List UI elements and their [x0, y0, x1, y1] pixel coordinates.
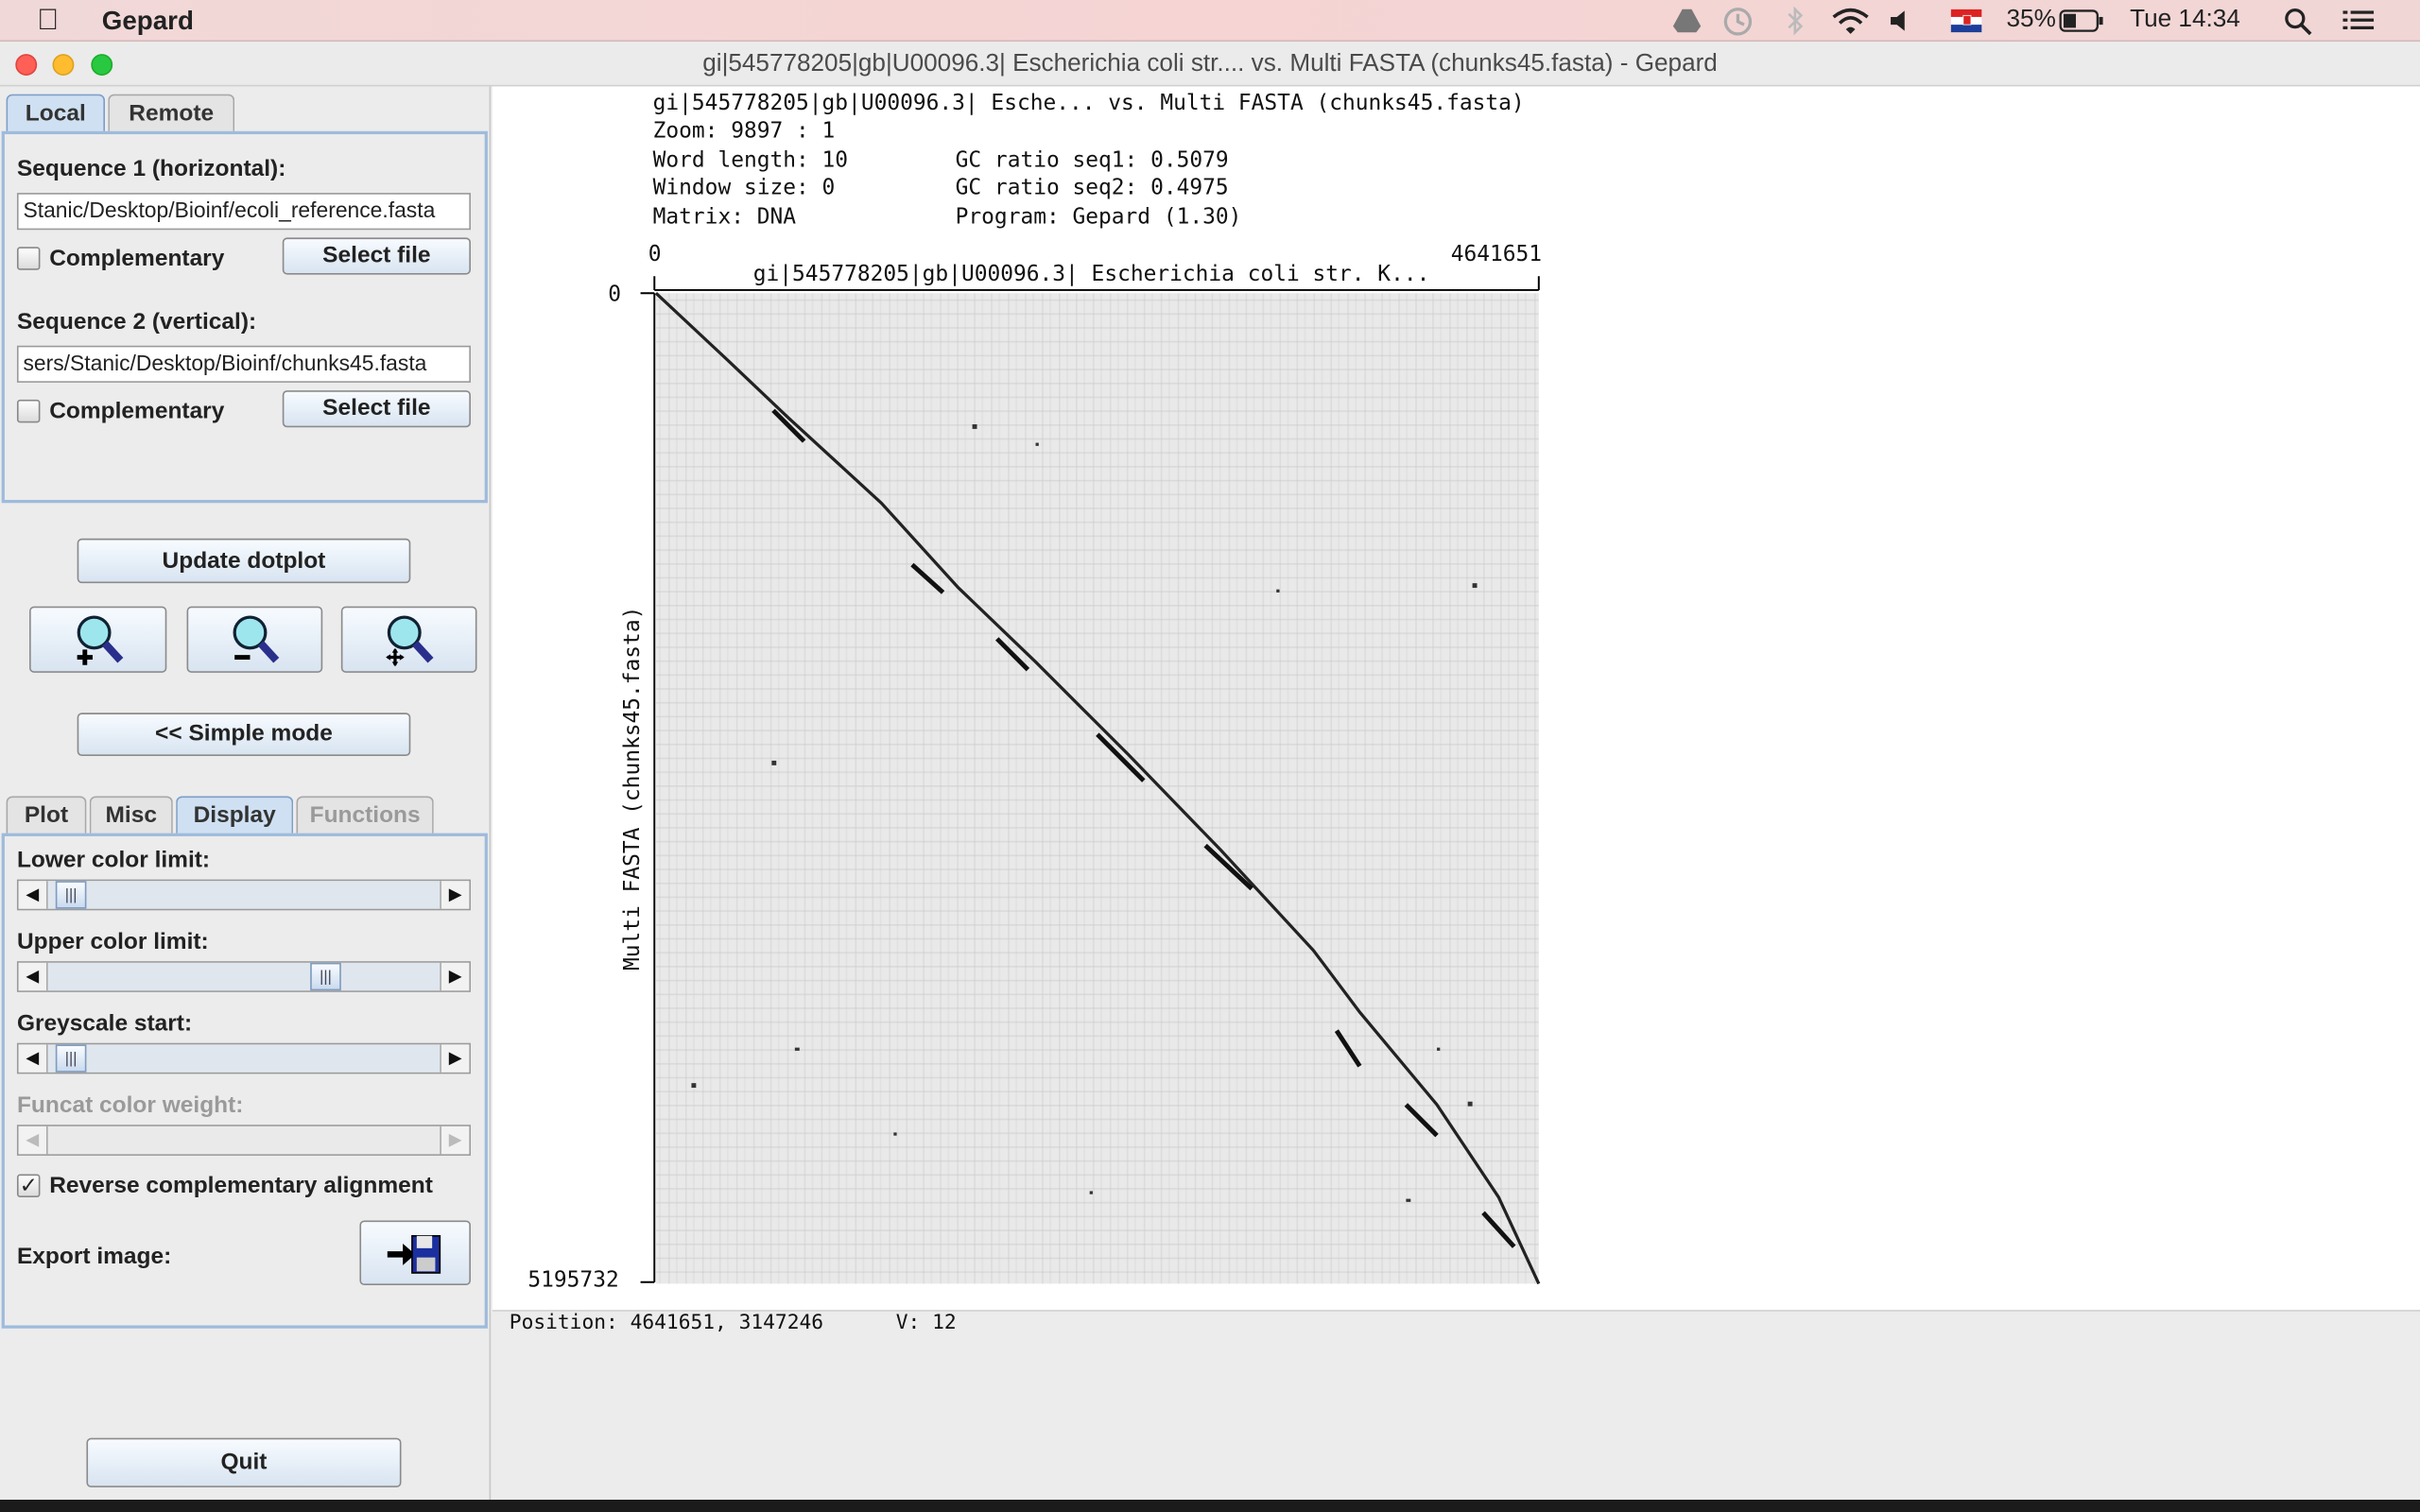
menubar:  Gepard 35% Tue 14:34: [0, 0, 2420, 43]
y-axis-end-label: 5195732: [527, 1268, 619, 1294]
upper-color-limit-slider[interactable]: ◀ ||| ▶: [16, 961, 471, 992]
zoom-out-button[interactable]: [186, 606, 323, 673]
time-machine-icon[interactable]: [1722, 7, 1754, 36]
slider-right-arrow-icon[interactable]: ▶: [441, 962, 470, 991]
seq2-complementary-checkbox[interactable]: [16, 399, 41, 423]
zoom-fit-button[interactable]: [340, 606, 477, 673]
seq1-complementary-label: Complementary: [49, 245, 225, 272]
wifi-icon[interactable]: [1830, 7, 1870, 36]
slider-left-arrow-icon[interactable]: ◀: [18, 881, 46, 909]
seq1-complementary-checkbox[interactable]: [16, 247, 41, 270]
slider-right-arrow-icon: ▶: [441, 1125, 470, 1155]
bluetooth-icon[interactable]: [1784, 6, 1806, 36]
screen-bottom-edge: [0, 1499, 2420, 1512]
slider-left-arrow-icon[interactable]: ◀: [18, 1044, 46, 1073]
battery-percent[interactable]: 35%: [2007, 7, 2056, 34]
greyscale-start-label: Greyscale start:: [16, 1010, 193, 1038]
plot-zoom: Zoom: 9897 : 1: [652, 118, 836, 144]
window-titlebar[interactable]: gi|545778205|gb|U00096.3| Escherichia co…: [0, 43, 2420, 87]
quit-button[interactable]: Quit: [86, 1437, 402, 1487]
slider-left-arrow-icon[interactable]: ◀: [18, 962, 46, 991]
status-position: Position: 4641651, 3147246: [509, 1311, 824, 1335]
tab-remote[interactable]: Remote: [108, 94, 235, 133]
drive-icon[interactable]: [1671, 8, 1703, 34]
seq1-select-file-button[interactable]: Select file: [282, 237, 471, 275]
plot-info-title: gi|545778205|gb|U00096.3| Esche... vs. M…: [652, 91, 1525, 116]
slider-thumb[interactable]: |||: [310, 962, 341, 991]
flag-icon[interactable]: [1950, 9, 1982, 33]
zoom-move-icon: [386, 615, 434, 667]
tab-misc[interactable]: Misc: [89, 796, 173, 835]
x-axis-start-label: 0: [648, 242, 662, 267]
seq2-label: Sequence 2 (vertical):: [16, 308, 257, 335]
reverse-complementary-label: Reverse complementary alignment: [49, 1172, 433, 1199]
slider-track: [45, 1125, 441, 1155]
local-panel: Sequence 1 (horizontal): Stanic/Desktop/…: [1, 130, 488, 504]
list-icon[interactable]: [2342, 9, 2375, 32]
lower-color-limit-slider[interactable]: ◀ ||| ▶: [16, 879, 471, 911]
seq1-path-text: Stanic/Desktop/Bioinf/ecoli_reference.fa…: [23, 197, 436, 223]
zoom-in-icon: [76, 615, 123, 665]
plot-gc-seq1: GC ratio seq1: 0.5079: [955, 147, 1229, 173]
search-icon[interactable]: [2284, 8, 2312, 36]
apple-icon[interactable]: : [37, 5, 59, 39]
tab-display[interactable]: Display: [176, 796, 294, 835]
plot-word-length: Word length: 10: [652, 147, 849, 173]
dotplot-canvas[interactable]: [634, 271, 1561, 1290]
slider-right-arrow-icon[interactable]: ▶: [441, 1044, 470, 1073]
export-image-button[interactable]: [359, 1220, 471, 1286]
tab-local[interactable]: Local: [6, 94, 106, 133]
tab-plot[interactable]: Plot: [6, 796, 87, 835]
greyscale-start-slider[interactable]: ◀ ||| ▶: [16, 1042, 471, 1074]
status-value: V: 12: [895, 1311, 957, 1335]
simple-mode-button[interactable]: << Simple mode: [77, 713, 411, 757]
x-axis-end-label: 4641651: [1450, 242, 1543, 267]
zoom-out-icon: [233, 615, 280, 663]
zoom-in-button[interactable]: [29, 606, 167, 673]
seq2-select-file-button[interactable]: Select file: [282, 390, 471, 428]
slider-thumb[interactable]: |||: [55, 881, 87, 909]
upper-color-limit-label: Upper color limit:: [16, 928, 209, 955]
plot-gc-seq2: GC ratio seq2: 0.4975: [955, 176, 1229, 201]
tab-functions: Functions: [296, 796, 434, 835]
slider-track[interactable]: |||: [45, 881, 441, 909]
reverse-complementary-checkbox[interactable]: ✓: [16, 1174, 41, 1197]
app-name[interactable]: Gepard: [102, 7, 194, 38]
save-floppy-icon: [387, 1234, 441, 1274]
y-axis-start-label: 0: [608, 282, 622, 307]
seq2-path-text: sers/Stanic/Desktop/Bioinf/chunks45.fast…: [23, 350, 427, 375]
seq1-path-input[interactable]: Stanic/Desktop/Bioinf/ecoli_reference.fa…: [16, 193, 471, 231]
slider-track[interactable]: |||: [45, 962, 441, 991]
volume-icon[interactable]: [1889, 9, 1910, 32]
plot-program: Program: Gepard (1.30): [955, 205, 1242, 231]
dotplot-view[interactable]: gi|545778205|gb|U00096.3| Esche... vs. M…: [492, 86, 2420, 1312]
update-dotplot-button[interactable]: Update dotplot: [77, 538, 411, 584]
seq1-label: Sequence 1 (horizontal):: [16, 155, 286, 182]
window-title: gi|545778205|gb|U00096.3| Escherichia co…: [702, 50, 1718, 77]
slider-left-arrow-icon: ◀: [18, 1125, 46, 1155]
slider-track[interactable]: |||: [45, 1044, 441, 1073]
display-panel: Lower color limit: ◀ ||| ▶ Upper color l…: [1, 833, 488, 1329]
slider-thumb[interactable]: |||: [55, 1044, 87, 1073]
plot-window-size: Window size: 0: [652, 176, 836, 201]
control-pane: Local Remote Sequence 1 (horizontal): St…: [0, 86, 492, 1500]
battery-icon[interactable]: [2059, 9, 2105, 32]
seq2-complementary-label: Complementary: [49, 398, 225, 424]
dotplot-matrix-rows: [655, 293, 1539, 1284]
funcat-color-weight-slider: ◀ ▶: [16, 1125, 471, 1156]
slider-right-arrow-icon[interactable]: ▶: [441, 881, 470, 909]
seq2-path-input[interactable]: sers/Stanic/Desktop/Bioinf/chunks45.fast…: [16, 345, 471, 383]
plot-matrix: Matrix: DNA: [652, 205, 797, 231]
clock[interactable]: Tue 14:34: [2130, 7, 2240, 34]
funcat-color-weight-label: Funcat color weight:: [16, 1091, 244, 1119]
export-image-label: Export image:: [16, 1243, 172, 1270]
lower-color-limit-label: Lower color limit:: [16, 847, 211, 874]
status-bar: Position: 4641651, 3147246 V: 12: [510, 1312, 957, 1334]
